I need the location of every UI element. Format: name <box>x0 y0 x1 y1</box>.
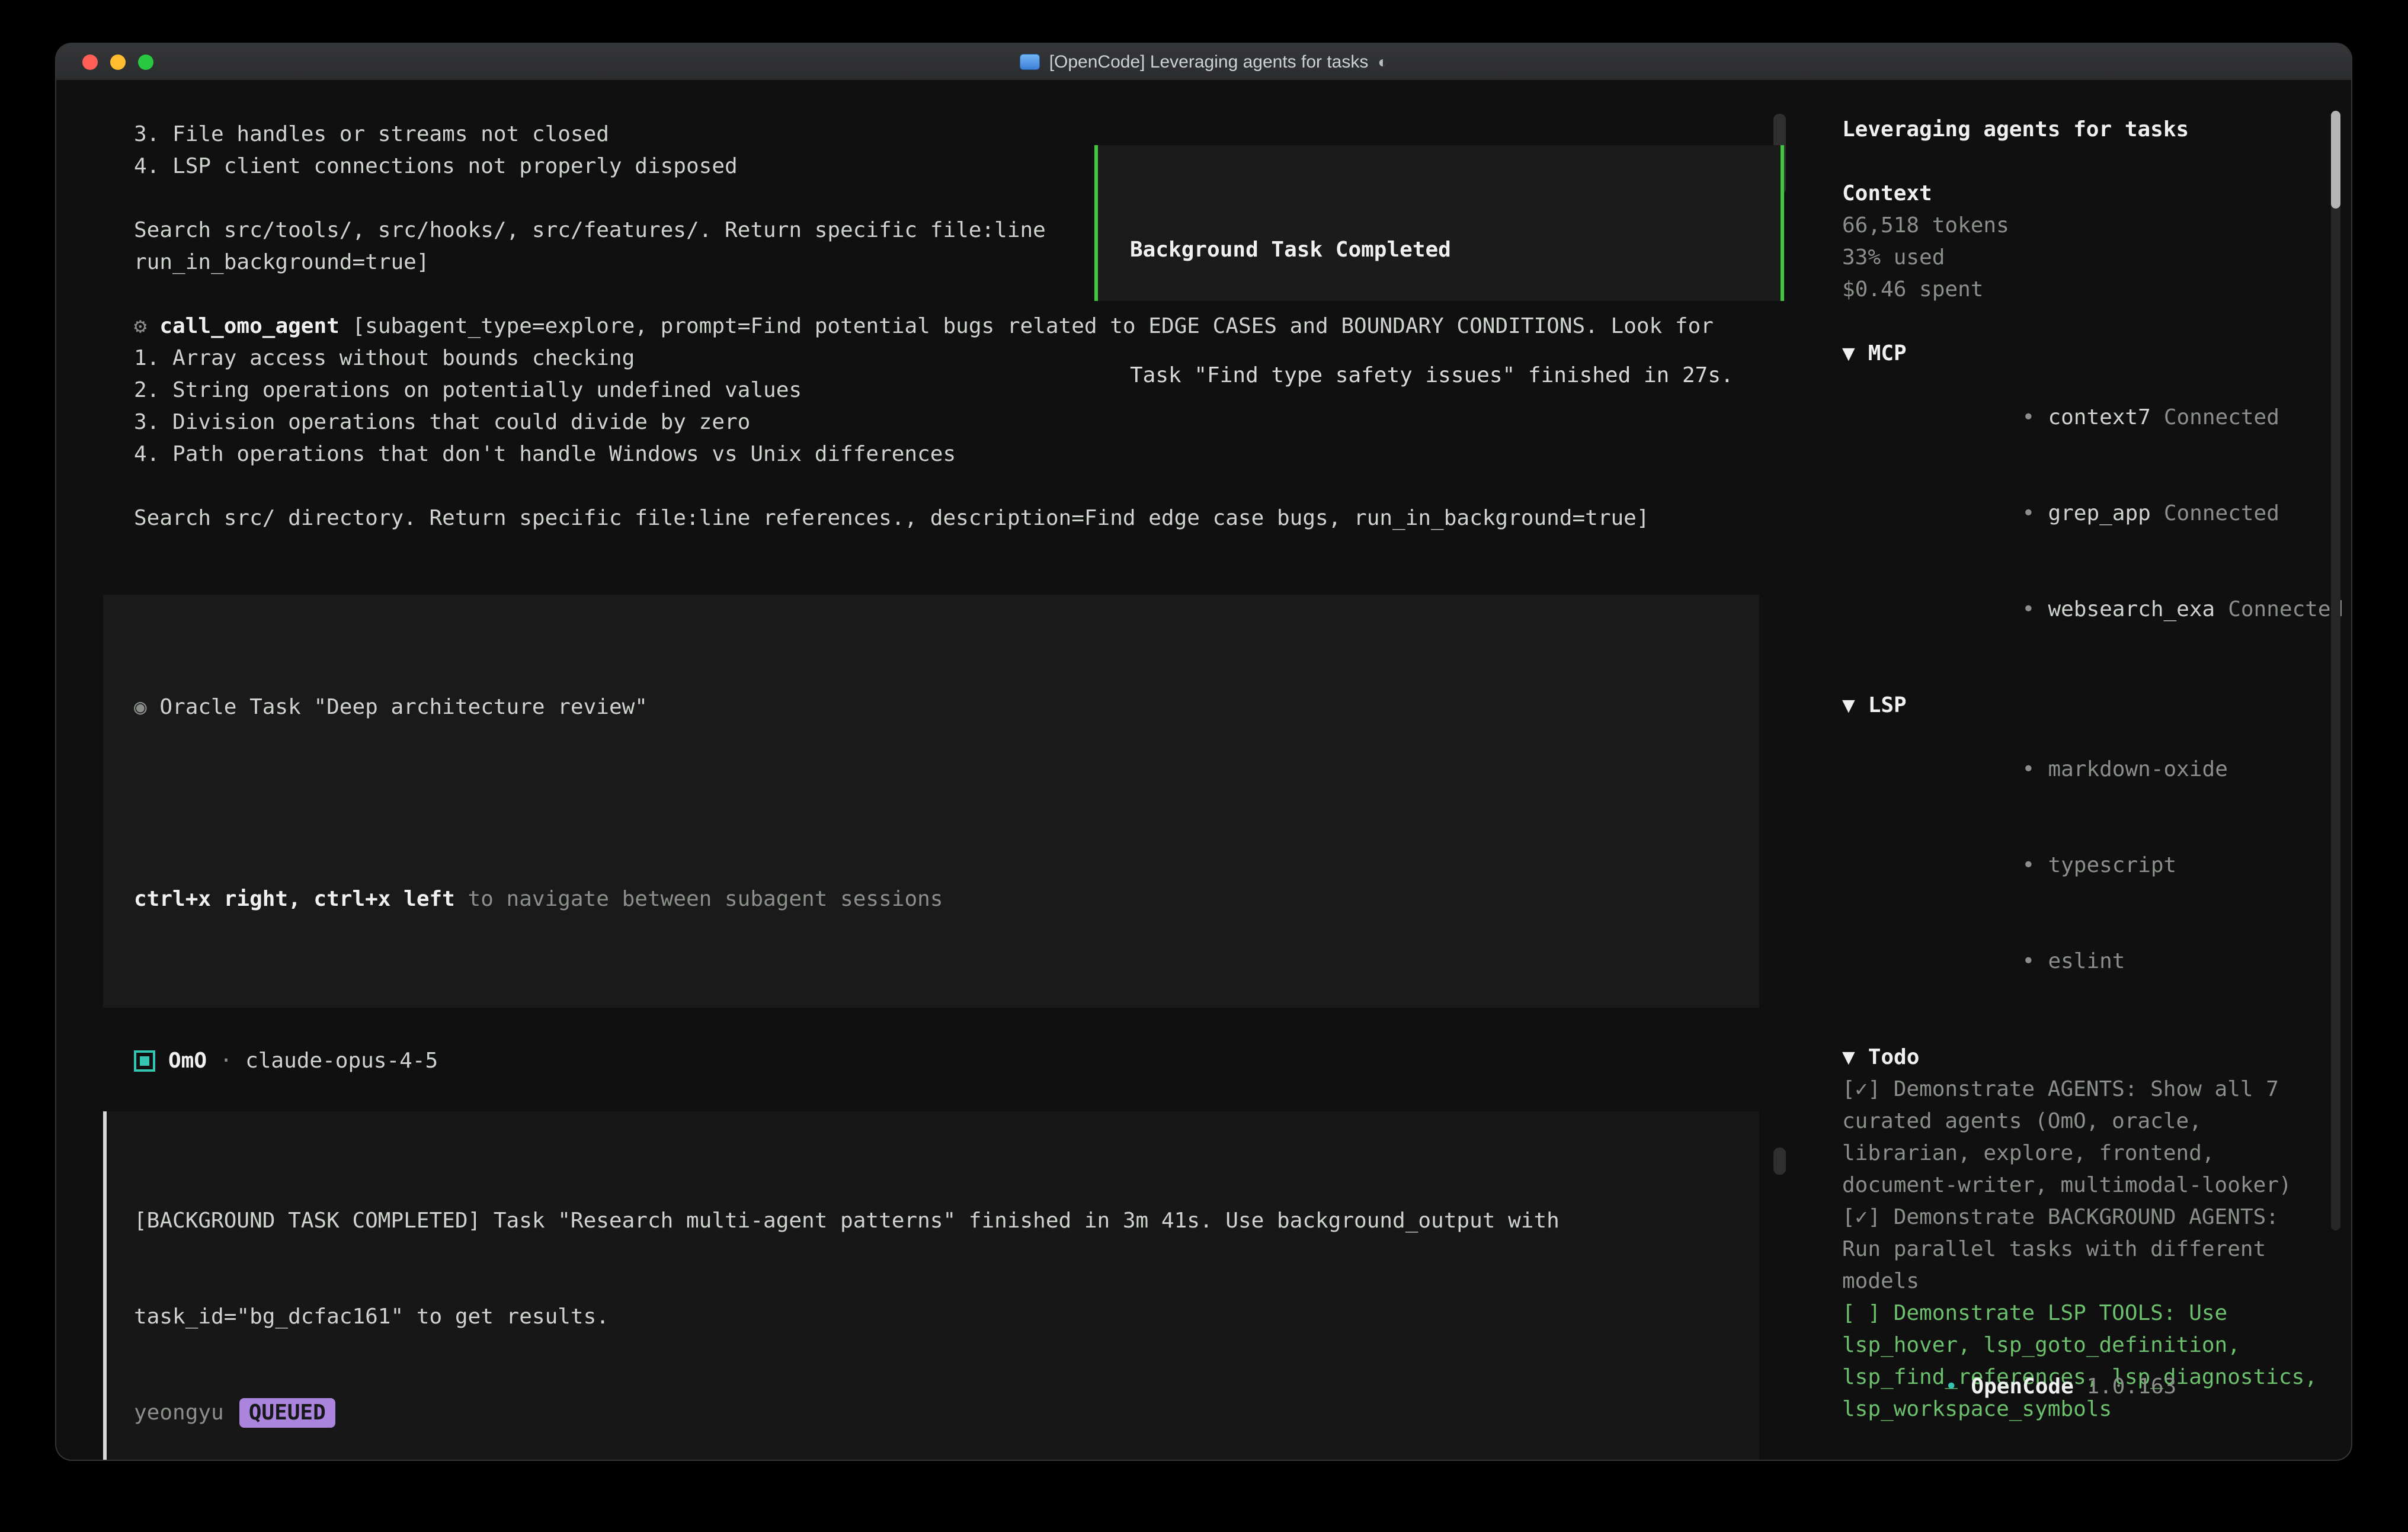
lsp-list: •markdown-oxide •typescript •eslint <box>1842 722 2321 1009</box>
agent-model: claude-opus-4-5 <box>245 1045 438 1077</box>
bullet-icon: • <box>2022 946 2048 977</box>
context-spent: $0.46 spent <box>1842 274 2321 306</box>
agent-name: OmO <box>168 1045 207 1077</box>
mcp-item: •grep_app Connected <box>1842 466 2321 562</box>
record-icon: ◉ <box>134 695 147 719</box>
close-window-button[interactable] <box>82 55 98 70</box>
lsp-name: eslint <box>2048 949 2125 973</box>
todo-section-header[interactable]: ▼Todo <box>1842 1041 2321 1073</box>
chevron-down-icon: ▼ <box>1842 1045 1855 1069</box>
mcp-status: Connected <box>2228 597 2343 621</box>
message-line: [BACKGROUND TASK COMPLETED] Task "Resear… <box>134 1205 1725 1237</box>
mcp-item: •context7 Connected <box>1842 370 2321 466</box>
zoom-window-button[interactable] <box>138 55 153 70</box>
lsp-section: ▼LSP •markdown-oxide •typescript •eslint <box>1842 690 2321 1009</box>
bullet-icon: • <box>2022 498 2048 530</box>
agent-icon <box>134 1050 155 1072</box>
message-block: [BACKGROUND TASK COMPLETED] Task "Resear… <box>103 1111 1759 1460</box>
message-line: task_id="bg_dcfac161" to get results. <box>134 1301 1725 1333</box>
message-list: [BACKGROUND TASK COMPLETED] Task "Resear… <box>56 1111 1818 1460</box>
app-name: OpenCode <box>1971 1374 2073 1399</box>
lsp-section-header[interactable]: ▼LSP <box>1842 690 2321 722</box>
bullet-icon: • <box>2022 594 2048 626</box>
context-header: Context <box>1842 178 2321 210</box>
bullet-icon: • <box>2022 402 2048 434</box>
context-section: Context 66,518 tokens 33% used $0.46 spe… <box>1842 178 2321 306</box>
session-title: Leveraging agents for tasks <box>1842 114 2321 146</box>
status-badge: QUEUED <box>239 1398 335 1428</box>
todo-item: [✓] Demonstrate AGENTS: Show all 7 curat… <box>1842 1073 2321 1201</box>
toast-title: Background Task Completed <box>1130 234 1747 266</box>
lsp-name: typescript <box>2048 853 2176 877</box>
mcp-status: Connected <box>2164 501 2279 525</box>
oracle-hint: ctrl+x right, ctrl+x left to navigate be… <box>134 883 1725 915</box>
main-scrollbar-thumb[interactable] <box>1773 1148 1786 1175</box>
bullet-icon: • <box>1945 1371 1971 1403</box>
window-title: [OpenCode] Leveraging agents for tasks ◐ <box>56 52 2351 72</box>
hint-text: to navigate between subagent sessions <box>455 887 943 911</box>
lsp-item: •typescript <box>1842 818 2321 914</box>
app-version: 1.0.163 <box>2074 1374 2176 1399</box>
progress-moon-icon: ◐ <box>1378 53 1388 72</box>
blank-line <box>134 787 1725 819</box>
bullet-icon: • <box>2022 754 2048 786</box>
blank-line <box>56 470 1818 502</box>
context-tokens: 66,518 tokens <box>1842 210 2321 242</box>
toast-body: Task "Find type safety issues" finished … <box>1130 360 1747 392</box>
mcp-item: •websearch_exaConnected <box>1842 562 2321 658</box>
mcp-section: ▼MCP •context7Connected •grep_appConnect… <box>1842 338 2321 658</box>
chevron-down-icon: ▼ <box>1842 341 1855 366</box>
titlebar[interactable]: [OpenCode] Leveraging agents for tasks ◐ <box>56 44 2351 81</box>
gear-icon: ⚙ <box>134 314 147 338</box>
oracle-task-title: ◉ Oracle Task "Deep architecture review" <box>134 691 1725 723</box>
message-user: yeongyu <box>134 1397 224 1429</box>
background-task-toast: Background Task Completed Task "Find typ… <box>1094 145 1784 301</box>
mcp-name: grep_app <box>2048 501 2150 525</box>
app-doc-icon <box>1020 54 1040 70</box>
lsp-item: •eslint <box>1842 914 2321 1009</box>
todo-item: [✓] Demonstrate BACKGROUND AGENTS: Run p… <box>1842 1201 2321 1297</box>
window-title-text: [OpenCode] Leveraging agents for tasks <box>1049 52 1369 72</box>
todo-item: [ ] Demonstrate AST-GREP: Pattern search… <box>1842 1457 2321 1460</box>
hint-keys: ctrl+x right, ctrl+x left <box>134 887 455 911</box>
session-sidebar: Leveraging agents for tasks Context 66,5… <box>1818 81 2351 1460</box>
separator-dot: · <box>207 1045 245 1077</box>
log-line: Search src/ directory. Return specific f… <box>56 502 1818 534</box>
mcp-section-header[interactable]: ▼MCP <box>1842 338 2321 370</box>
lsp-item: •markdown-oxide <box>1842 722 2321 818</box>
mcp-name: websearch_exa <box>2048 597 2215 621</box>
mcp-name: context7 <box>2048 405 2150 430</box>
app-window: [OpenCode] Leveraging agents for tasks ◐… <box>56 44 2351 1460</box>
minimize-window-button[interactable] <box>110 55 126 70</box>
sidebar-scrollbar-thumb[interactable] <box>2331 111 2340 209</box>
message-footer: yeongyu QUEUED <box>134 1397 1725 1429</box>
mcp-list: •context7Connected •grep_appConnected •w… <box>1842 370 2321 658</box>
oracle-task-panel[interactable]: ◉ Oracle Task "Deep architecture review"… <box>103 595 1759 1008</box>
context-used: 33% used <box>1842 242 2321 274</box>
sidebar-scrollbar-track[interactable] <box>2331 111 2340 1230</box>
bullet-icon: • <box>2022 850 2048 882</box>
terminal-main: 3. File handles or streams not closed 4.… <box>56 81 1818 1460</box>
window-controls <box>56 55 153 70</box>
agent-header: OmO · claude-opus-4-5 <box>56 1045 1818 1077</box>
tool-name: call_omo_agent <box>159 314 339 338</box>
lsp-name: markdown-oxide <box>2048 757 2227 781</box>
chevron-down-icon: ▼ <box>1842 693 1855 717</box>
app-version-footer: •OpenCode 1.0.163 <box>1842 1339 2176 1435</box>
mcp-status: Connected <box>2164 405 2279 430</box>
